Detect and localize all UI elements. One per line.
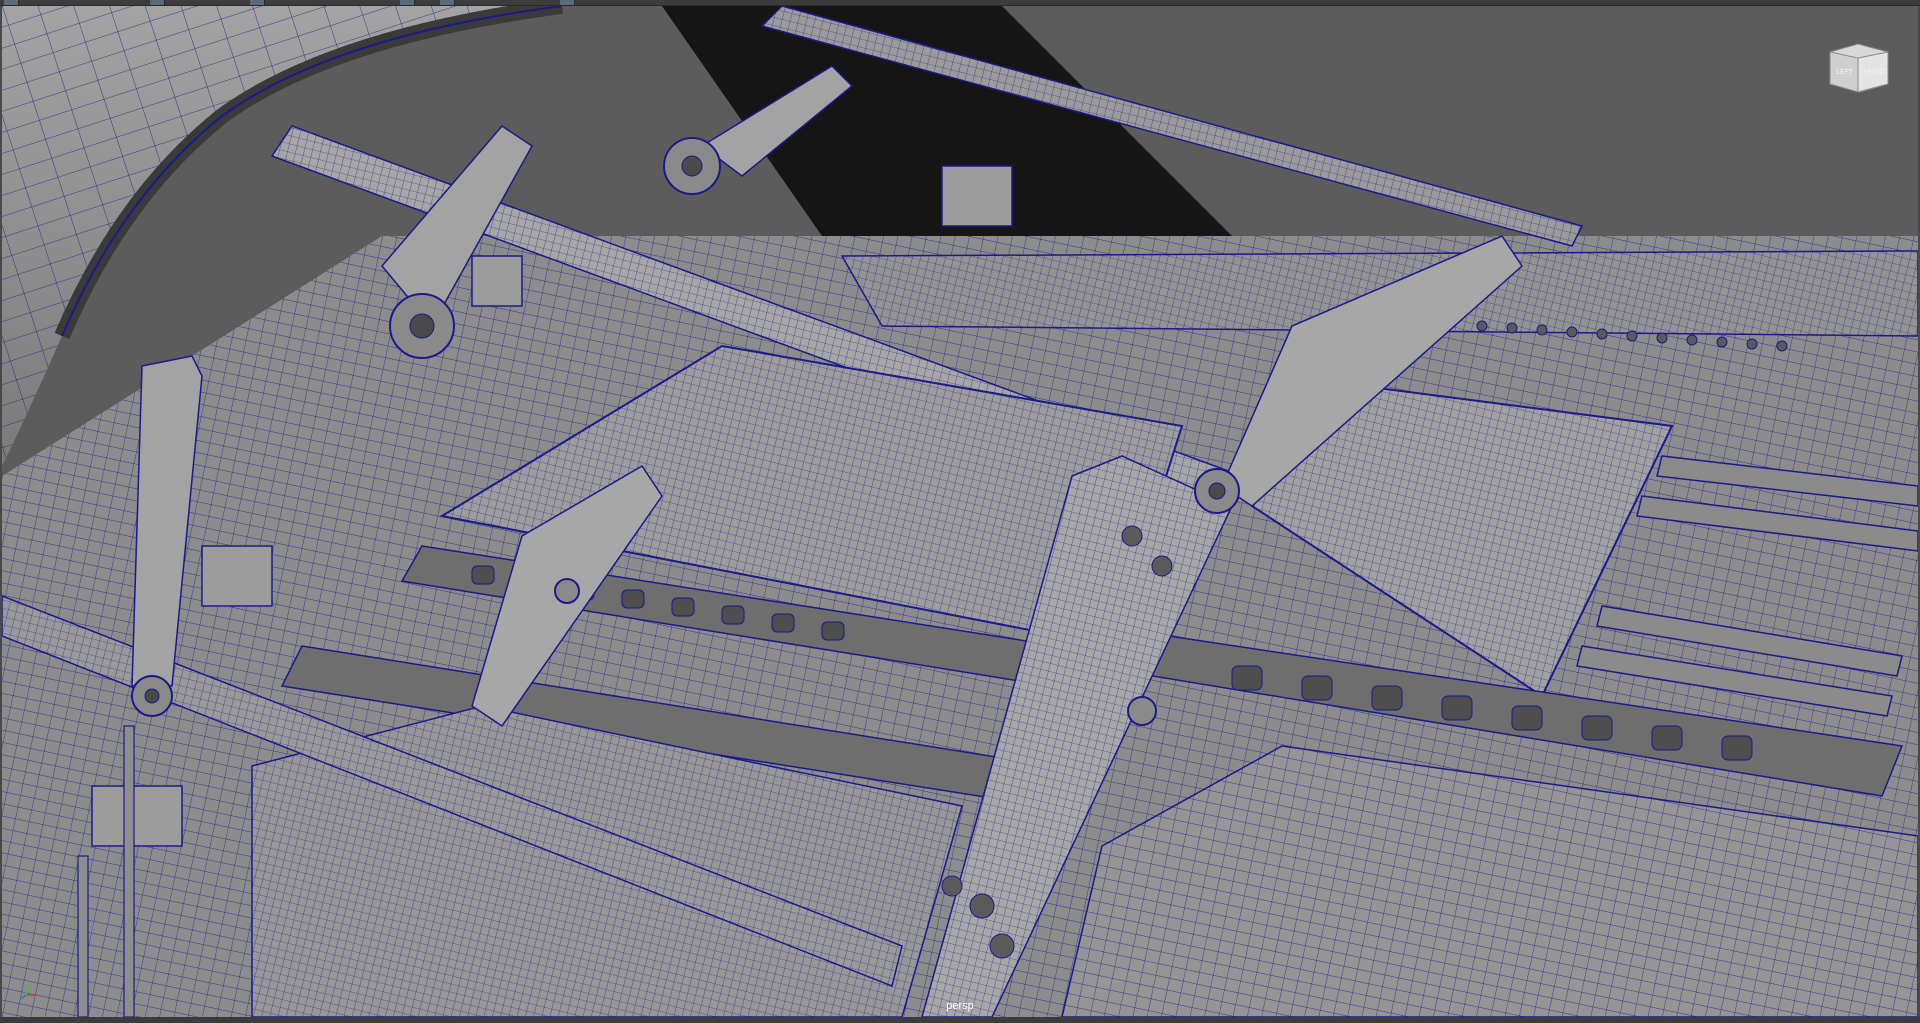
viewcube[interactable]: LEFT FRONT bbox=[1828, 40, 1890, 96]
bottom-bar bbox=[0, 1017, 1920, 1023]
toolbar-icon-5[interactable] bbox=[440, 0, 455, 5]
scene-wireframe bbox=[2, 6, 1918, 1017]
toolbar-icon-6[interactable] bbox=[560, 0, 575, 5]
camera-name-label: persp bbox=[946, 1000, 974, 1012]
toolbar-icon-4[interactable] bbox=[400, 0, 415, 5]
toolbar-icon-1[interactable] bbox=[4, 0, 19, 5]
toolbar-icon-2[interactable] bbox=[150, 0, 165, 5]
viewcube-front-label: FRONT bbox=[1863, 68, 1888, 76]
viewcube-icon[interactable]: LEFT FRONT bbox=[1828, 40, 1890, 96]
toolbar-icon-3[interactable] bbox=[250, 0, 265, 5]
viewcube-left-label: LEFT bbox=[1836, 68, 1853, 76]
axis-gizmo bbox=[20, 979, 42, 1001]
perspective-viewport[interactable]: LEFT FRONT persp bbox=[2, 6, 1918, 1017]
axis-gizmo-icon bbox=[20, 982, 38, 1000]
